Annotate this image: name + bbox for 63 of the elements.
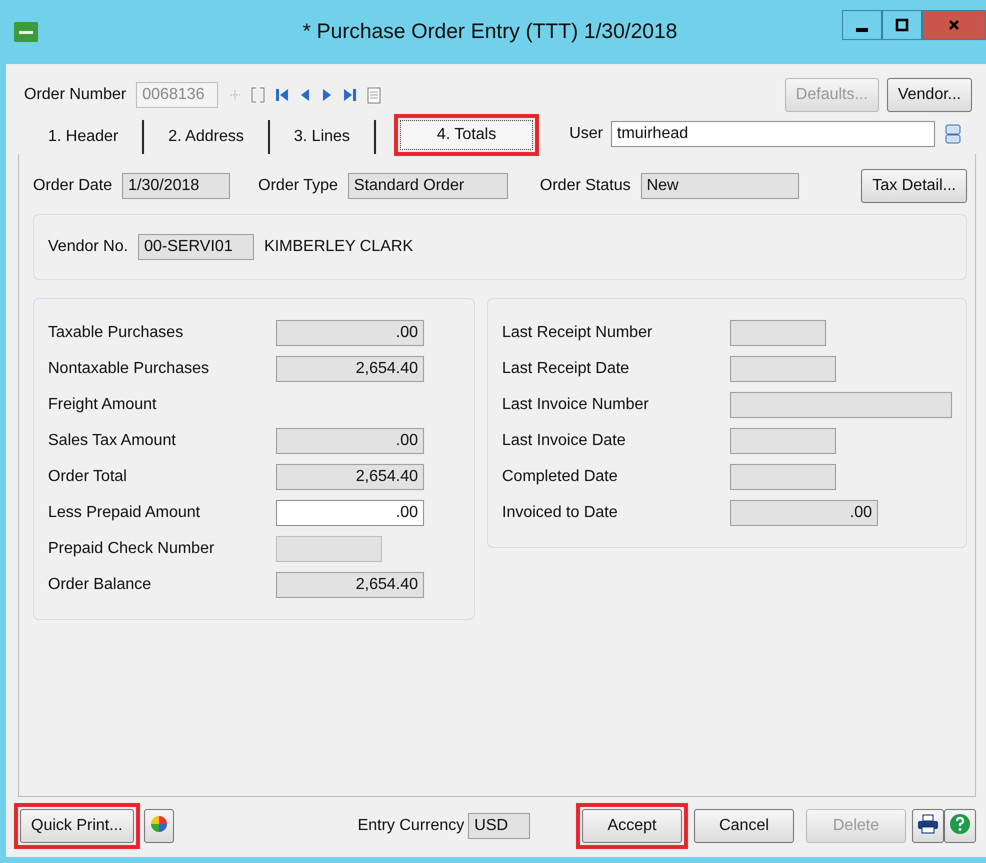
history-field[interactable]: .00	[730, 500, 878, 526]
field-label: Entry Currency	[358, 817, 464, 835]
field-label: Less Prepaid Amount	[48, 504, 202, 522]
window-title: * Purchase Order Entry (TTT) 1/30/2018	[302, 20, 678, 44]
quick-print-button[interactable]: Quick Print...	[20, 809, 134, 843]
field-label: Nontaxable Purchases	[48, 360, 210, 378]
field-label: Freight Amount	[48, 396, 158, 414]
toolbar-button[interactable]: Vendor...	[886, 78, 972, 112]
field-label: Invoiced to Date	[502, 504, 619, 522]
field-label: Last Invoice Date	[502, 432, 627, 450]
logo-icon	[14, 22, 38, 42]
sync-icon[interactable]	[943, 123, 963, 145]
currency-field[interactable]: USD	[468, 813, 530, 839]
field-label: Last Receipt Date	[502, 360, 630, 378]
header-field[interactable]: Standard Order	[348, 173, 508, 199]
amount-field[interactable]: .00	[276, 320, 424, 346]
bracket-icon[interactable]	[250, 85, 266, 105]
field-label: Order Type	[258, 177, 338, 195]
action-button[interactable]: Accept	[582, 809, 682, 843]
history-field[interactable]	[730, 320, 826, 346]
amount-field[interactable]: 2,654.40	[276, 572, 424, 598]
tax-detail-button[interactable]: Tax Detail...	[861, 169, 967, 203]
field-label: Order Balance	[48, 576, 152, 594]
field-label: Taxable Purchases	[48, 324, 184, 342]
header-field[interactable]: New	[640, 173, 799, 199]
field-label: User	[569, 125, 603, 143]
minimize-button[interactable]	[842, 10, 882, 40]
check-number-field[interactable]	[276, 536, 382, 562]
history-field[interactable]	[730, 428, 836, 454]
field-label: Order Total	[48, 468, 128, 486]
minimize-icon	[856, 28, 868, 32]
history-field[interactable]	[730, 356, 836, 382]
amount-field[interactable]: .00	[276, 428, 424, 454]
header-field[interactable]: 1/30/2018	[122, 173, 230, 199]
maximize-button[interactable]	[882, 10, 922, 40]
field-label: Sales Tax Amount	[48, 432, 177, 450]
amount-field[interactable]: .00	[276, 500, 424, 526]
close-icon	[947, 18, 961, 32]
field-label: Vendor No.	[48, 238, 128, 256]
field-label: Prepaid Check Number	[48, 540, 216, 558]
action-button[interactable]: Cancel	[694, 809, 794, 843]
field-label: Last Receipt Number	[502, 324, 654, 342]
maximize-icon	[895, 18, 909, 32]
vendor-number-field[interactable]: 00-SERVI01	[138, 234, 254, 260]
field-label: Last Invoice Number	[502, 396, 650, 414]
help-icon	[949, 812, 971, 834]
field-label: Completed Date	[502, 468, 619, 486]
field-label: Order Date	[33, 177, 112, 195]
print-button[interactable]	[912, 809, 944, 843]
history-field[interactable]	[730, 464, 836, 490]
vendor-name: KIMBERLEY CLARK	[264, 238, 414, 256]
pie-chart-icon	[148, 814, 169, 834]
close-button[interactable]	[922, 10, 986, 40]
amount-field[interactable]: 2,654.40	[276, 464, 424, 490]
amount-field[interactable]: 2,654.40	[276, 356, 424, 382]
field-label: Order Number	[24, 86, 126, 104]
history-field[interactable]	[730, 392, 952, 418]
chart-button[interactable]	[144, 809, 174, 843]
notepad-icon[interactable]	[366, 85, 382, 105]
field-label: Order Status	[540, 177, 631, 195]
printer-icon	[917, 814, 939, 834]
user-field[interactable]: tmuirhead	[611, 121, 935, 147]
help-button[interactable]	[944, 809, 976, 843]
